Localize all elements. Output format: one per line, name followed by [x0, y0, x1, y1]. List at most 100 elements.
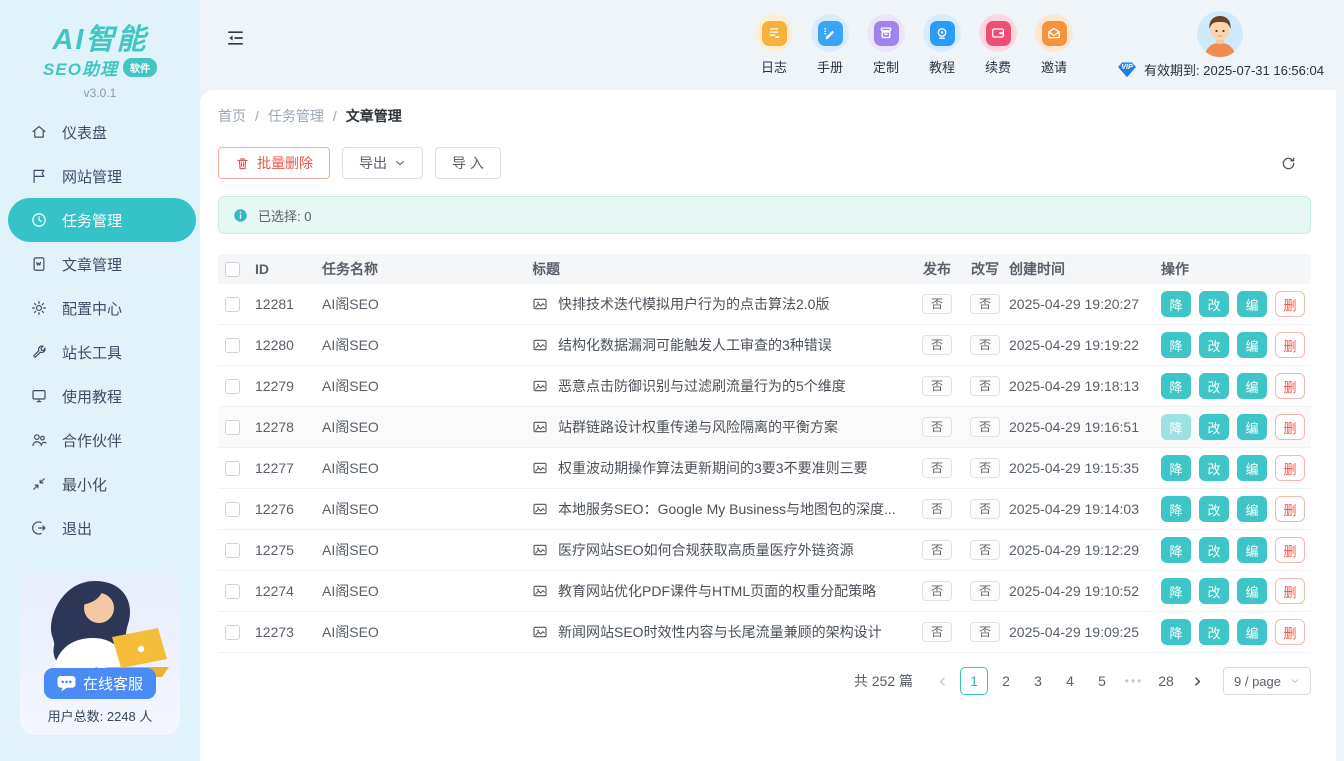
action-delete-button[interactable]: 删 [1275, 414, 1305, 440]
table-row[interactable]: 12275AI阁SEO医疗网站SEO如何合规获取高质量医疗外链资源否否2025-… [218, 530, 1311, 571]
action-edit-button[interactable]: 编 [1237, 414, 1267, 440]
action-demote-button[interactable]: 降 [1161, 455, 1191, 481]
action-edit-button[interactable]: 编 [1237, 578, 1267, 604]
row-checkbox[interactable] [225, 338, 240, 353]
row-checkbox[interactable] [225, 502, 240, 517]
row-checkbox[interactable] [225, 461, 240, 476]
action-rewrite-button[interactable]: 改 [1199, 455, 1229, 481]
action-delete-button[interactable]: 删 [1275, 619, 1305, 645]
action-rewrite-button[interactable]: 改 [1199, 619, 1229, 645]
custom-icon [867, 14, 905, 52]
action-delete-button[interactable]: 删 [1275, 455, 1305, 481]
action-delete-button[interactable]: 删 [1275, 332, 1305, 358]
avatar[interactable] [1197, 11, 1243, 57]
quicklink-custom[interactable]: 定制 [858, 14, 914, 76]
sidebar-item-label: 文章管理 [62, 254, 122, 275]
table-row[interactable]: 12273AI阁SEO新闻网站SEO时效性内容与长尾流量兼顾的架构设计否否202… [218, 612, 1311, 653]
pagination-total: 共 252 篇 [854, 671, 913, 691]
breadcrumb-home[interactable]: 首页 [218, 106, 246, 126]
sidebar-item-minimize[interactable]: 最小化 [0, 462, 200, 506]
publish-tag: 否 [922, 417, 952, 437]
sidebar-item-flag[interactable]: 网站管理 [0, 154, 200, 198]
export-button[interactable]: 导出 [342, 147, 423, 179]
sidebar-item-clock[interactable]: 任务管理 [8, 198, 196, 242]
action-demote-button[interactable]: 降 [1161, 537, 1191, 563]
sidebar-item-wrench[interactable]: 站长工具 [0, 330, 200, 374]
action-edit-button[interactable]: 编 [1237, 291, 1267, 317]
action-demote-button[interactable]: 降 [1161, 414, 1191, 440]
page-4[interactable]: 4 [1056, 667, 1084, 695]
collapse-sidebar-icon[interactable] [225, 28, 246, 48]
row-checkbox[interactable] [225, 543, 240, 558]
refresh-icon[interactable] [1280, 155, 1297, 172]
action-delete-button[interactable]: 删 [1275, 373, 1305, 399]
row-title: 站群链路设计权重传递与风险隔离的平衡方案 [558, 417, 838, 437]
table-row[interactable]: 12280AI阁SEO结构化数据漏洞可能触发人工审查的3种错误否否2025-04… [218, 325, 1311, 366]
action-demote-button[interactable]: 降 [1161, 619, 1191, 645]
action-edit-button[interactable]: 编 [1237, 496, 1267, 522]
action-edit-button[interactable]: 编 [1237, 373, 1267, 399]
action-rewrite-button[interactable]: 改 [1199, 578, 1229, 604]
action-edit-button[interactable]: 编 [1237, 619, 1267, 645]
batch-delete-button[interactable]: 批量删除 [218, 147, 330, 179]
sidebar-item-doc[interactable]: 文章管理 [0, 242, 200, 286]
sidebar-item-logout[interactable]: 退出 [0, 506, 200, 550]
table-row[interactable]: 12276AI阁SEO本地服务SEO：Google My Business与地图… [218, 489, 1311, 530]
next-page-icon[interactable] [1184, 675, 1211, 688]
row-task-name: AI阁SEO [322, 417, 532, 437]
action-edit-button[interactable]: 编 [1237, 537, 1267, 563]
row-checkbox[interactable] [225, 379, 240, 394]
action-delete-button[interactable]: 删 [1275, 496, 1305, 522]
row-checkbox[interactable] [225, 420, 240, 435]
action-demote-button[interactable]: 降 [1161, 291, 1191, 317]
prev-page-icon[interactable] [929, 675, 956, 688]
main-area: 日志手册定制教程续费邀请 [200, 0, 1344, 761]
action-edit-button[interactable]: 编 [1237, 455, 1267, 481]
sidebar-item-gear[interactable]: 配置中心 [0, 286, 200, 330]
action-rewrite-button[interactable]: 改 [1199, 496, 1229, 522]
sidebar-item-monitor[interactable]: 使用教程 [0, 374, 200, 418]
action-demote-button[interactable]: 降 [1161, 578, 1191, 604]
action-rewrite-button[interactable]: 改 [1199, 332, 1229, 358]
breadcrumb-task[interactable]: 任务管理 [268, 106, 324, 126]
page-size-select[interactable]: 9 / page [1223, 667, 1311, 695]
table-row[interactable]: 12274AI阁SEO教育网站优化PDF课件与HTML页面的权重分配策略否否20… [218, 571, 1311, 612]
action-rewrite-button[interactable]: 改 [1199, 414, 1229, 440]
pagination-ellipsis[interactable]: ••• [1120, 674, 1148, 688]
page-3[interactable]: 3 [1024, 667, 1052, 695]
action-rewrite-button[interactable]: 改 [1199, 537, 1229, 563]
action-delete-button[interactable]: 删 [1275, 291, 1305, 317]
action-rewrite-button[interactable]: 改 [1199, 373, 1229, 399]
chevron-down-icon [394, 157, 406, 169]
sidebar-item-partners[interactable]: 合作伙伴 [0, 418, 200, 462]
select-all-checkbox[interactable] [225, 262, 240, 277]
action-delete-button[interactable]: 删 [1275, 578, 1305, 604]
row-task-name: AI阁SEO [322, 499, 532, 519]
sidebar-item-home[interactable]: 仪表盘 [0, 110, 200, 154]
table-row[interactable]: 12281AI阁SEO快排技术迭代模拟用户行为的点击算法2.0版否否2025-0… [218, 284, 1311, 325]
action-rewrite-button[interactable]: 改 [1199, 291, 1229, 317]
quicklink-invite[interactable]: 邀请 [1026, 14, 1082, 76]
table-row[interactable]: 12277AI阁SEO权重波动期操作算法更新期间的3要3不要准则三要否否2025… [218, 448, 1311, 489]
online-service-button[interactable]: 在线客服 [44, 668, 156, 699]
table-row[interactable]: 12278AI阁SEO站群链路设计权重传递与风险隔离的平衡方案否否2025-04… [218, 407, 1311, 448]
page-2[interactable]: 2 [992, 667, 1020, 695]
quicklink-tutorial[interactable]: 教程 [914, 14, 970, 76]
row-checkbox[interactable] [225, 297, 240, 312]
row-checkbox[interactable] [225, 625, 240, 640]
import-button[interactable]: 导 入 [435, 147, 501, 179]
action-demote-button[interactable]: 降 [1161, 496, 1191, 522]
quicklink-manual[interactable]: 手册 [802, 14, 858, 76]
invite-icon [1035, 14, 1073, 52]
action-demote-button[interactable]: 降 [1161, 332, 1191, 358]
table-row[interactable]: 12279AI阁SEO恶意点击防御识别与过滤刷流量行为的5个维度否否2025-0… [218, 366, 1311, 407]
page-5[interactable]: 5 [1088, 667, 1116, 695]
action-demote-button[interactable]: 降 [1161, 373, 1191, 399]
action-delete-button[interactable]: 删 [1275, 537, 1305, 563]
row-checkbox[interactable] [225, 584, 240, 599]
page-1[interactable]: 1 [960, 667, 988, 695]
quicklink-renew[interactable]: 续费 [970, 14, 1026, 76]
page-28[interactable]: 28 [1152, 667, 1180, 695]
quicklink-log[interactable]: 日志 [746, 14, 802, 76]
action-edit-button[interactable]: 编 [1237, 332, 1267, 358]
